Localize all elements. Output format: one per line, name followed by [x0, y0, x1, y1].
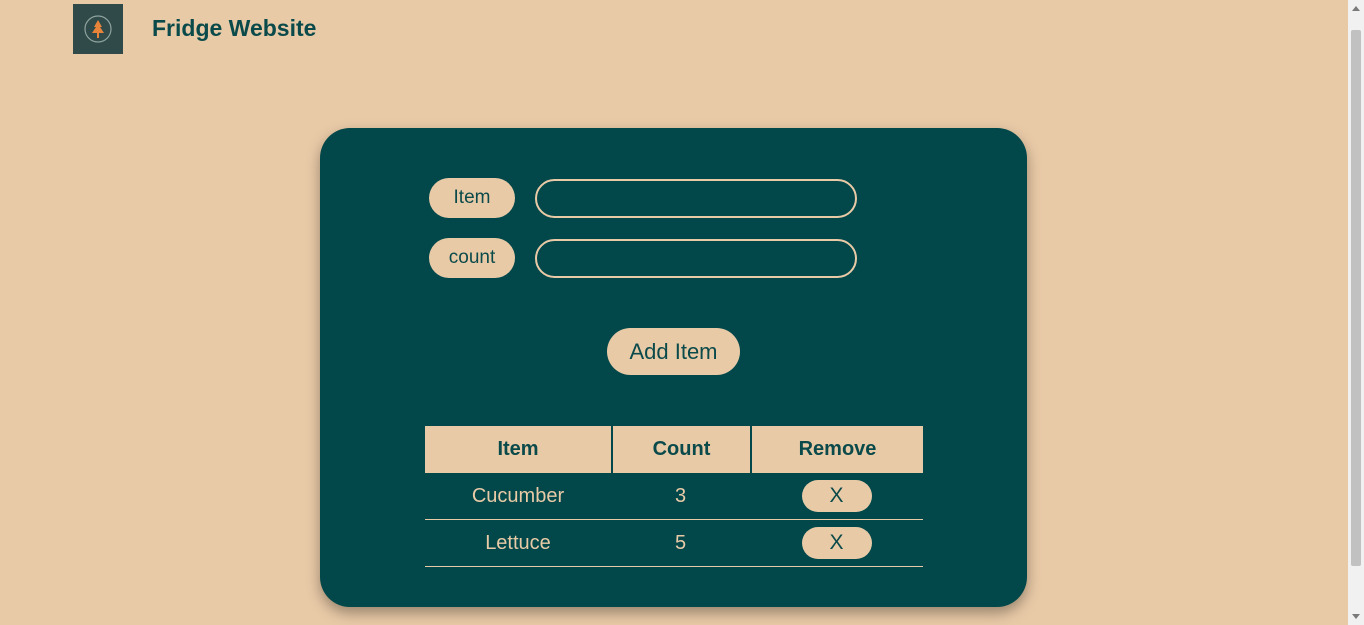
table-header: Item Count Remove — [425, 426, 923, 473]
site-header: Fridge Website — [73, 4, 316, 54]
logo[interactable] — [73, 4, 123, 54]
item-field-row: Item — [429, 178, 857, 218]
count-field-row: count — [429, 238, 857, 278]
remove-cell: X — [750, 520, 923, 566]
column-header-count: Count — [611, 426, 750, 473]
remove-button[interactable]: X — [801, 480, 872, 512]
fridge-table: Item Count Remove Cucumber 3 X Lettuce 5… — [425, 426, 923, 567]
table-row: Lettuce 5 X — [425, 520, 923, 567]
item-count-cell: 5 — [674, 531, 687, 554]
remove-cell: X — [750, 473, 923, 519]
scroll-down-arrow-icon[interactable] — [1352, 614, 1360, 619]
add-item-button[interactable]: Add Item — [607, 328, 740, 375]
column-header-remove: Remove — [750, 426, 923, 473]
scroll-up-arrow-icon[interactable] — [1352, 6, 1360, 11]
count-label: count — [429, 238, 515, 278]
tree-icon — [84, 15, 112, 43]
page: Fridge Website Item count Add Item Item … — [0, 0, 1348, 625]
table-row: Cucumber 3 X — [425, 473, 923, 520]
scrollbar-thumb[interactable] — [1351, 30, 1361, 566]
site-title: Fridge Website — [152, 14, 317, 41]
vertical-scrollbar[interactable] — [1348, 0, 1364, 625]
item-name-cell: Lettuce — [485, 531, 551, 554]
item-input[interactable] — [535, 178, 857, 218]
count-input[interactable] — [535, 238, 857, 278]
column-header-item: Item — [425, 426, 611, 473]
item-count-cell: 3 — [674, 484, 687, 507]
item-label: Item — [429, 178, 515, 218]
fridge-card: Item count Add Item Item Count Remove Cu… — [320, 128, 1027, 607]
remove-button[interactable]: X — [801, 527, 872, 559]
item-name-cell: Cucumber — [471, 484, 565, 507]
